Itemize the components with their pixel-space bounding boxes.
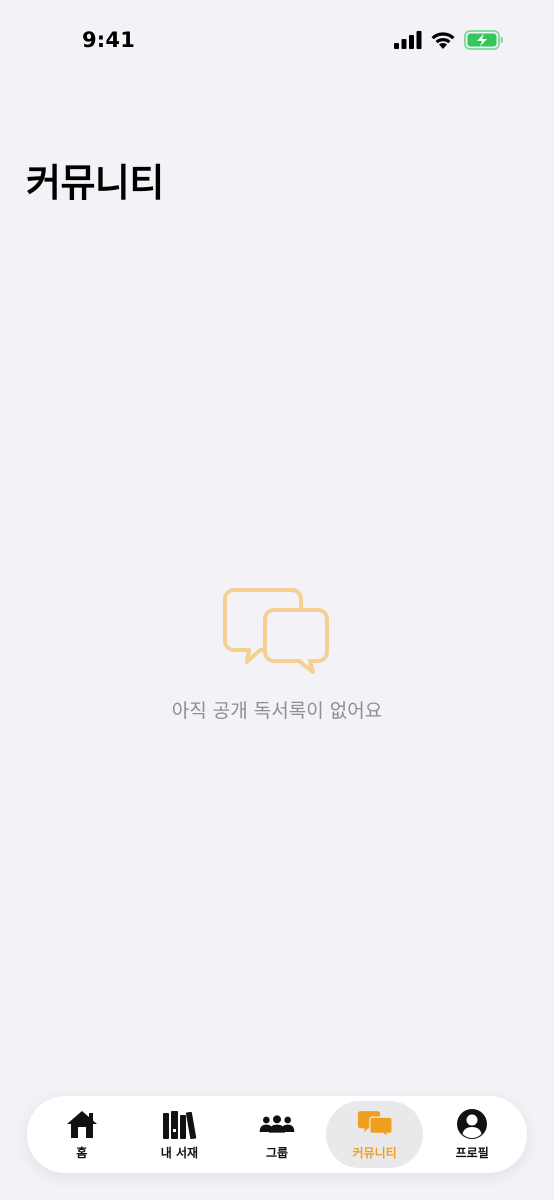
status-bar: 9:41: [0, 0, 554, 80]
group-icon: [259, 1115, 295, 1133]
status-time: 9:41: [82, 28, 136, 52]
tab-label: 커뮤니티: [352, 1146, 397, 1160]
status-icons: [394, 30, 504, 50]
tab-label: 그룹: [265, 1146, 289, 1160]
chat-bubbles-icon: [223, 588, 329, 674]
tab-group[interactable]: 그룹: [228, 1101, 326, 1168]
tab-bar: 홈 내 서재 그룹 커뮤니티 프로필: [27, 1096, 527, 1173]
wifi-icon: [431, 31, 455, 49]
tab-label: 내 서재: [160, 1146, 199, 1160]
tab-home[interactable]: 홈: [33, 1101, 131, 1168]
cellular-signal-icon: [394, 31, 422, 49]
books-icon: [163, 1111, 197, 1139]
profile-icon: [457, 1109, 488, 1139]
empty-state-message: 아직 공개 독서록이 없어요: [171, 700, 383, 722]
chat-bubbles-icon: [357, 1111, 393, 1139]
tab-community[interactable]: 커뮤니티: [325, 1101, 424, 1168]
tab-profile[interactable]: 프로필: [423, 1101, 521, 1168]
home-icon: [66, 1111, 97, 1138]
tab-label: 홈: [76, 1146, 88, 1160]
tab-label: 프로필: [455, 1146, 489, 1160]
page-title: 커뮤니티: [26, 161, 164, 205]
battery-charging-icon: [464, 30, 503, 50]
tab-my-library[interactable]: 내 서재: [131, 1101, 229, 1168]
empty-state: 아직 공개 독서록이 없어요: [0, 586, 554, 723]
